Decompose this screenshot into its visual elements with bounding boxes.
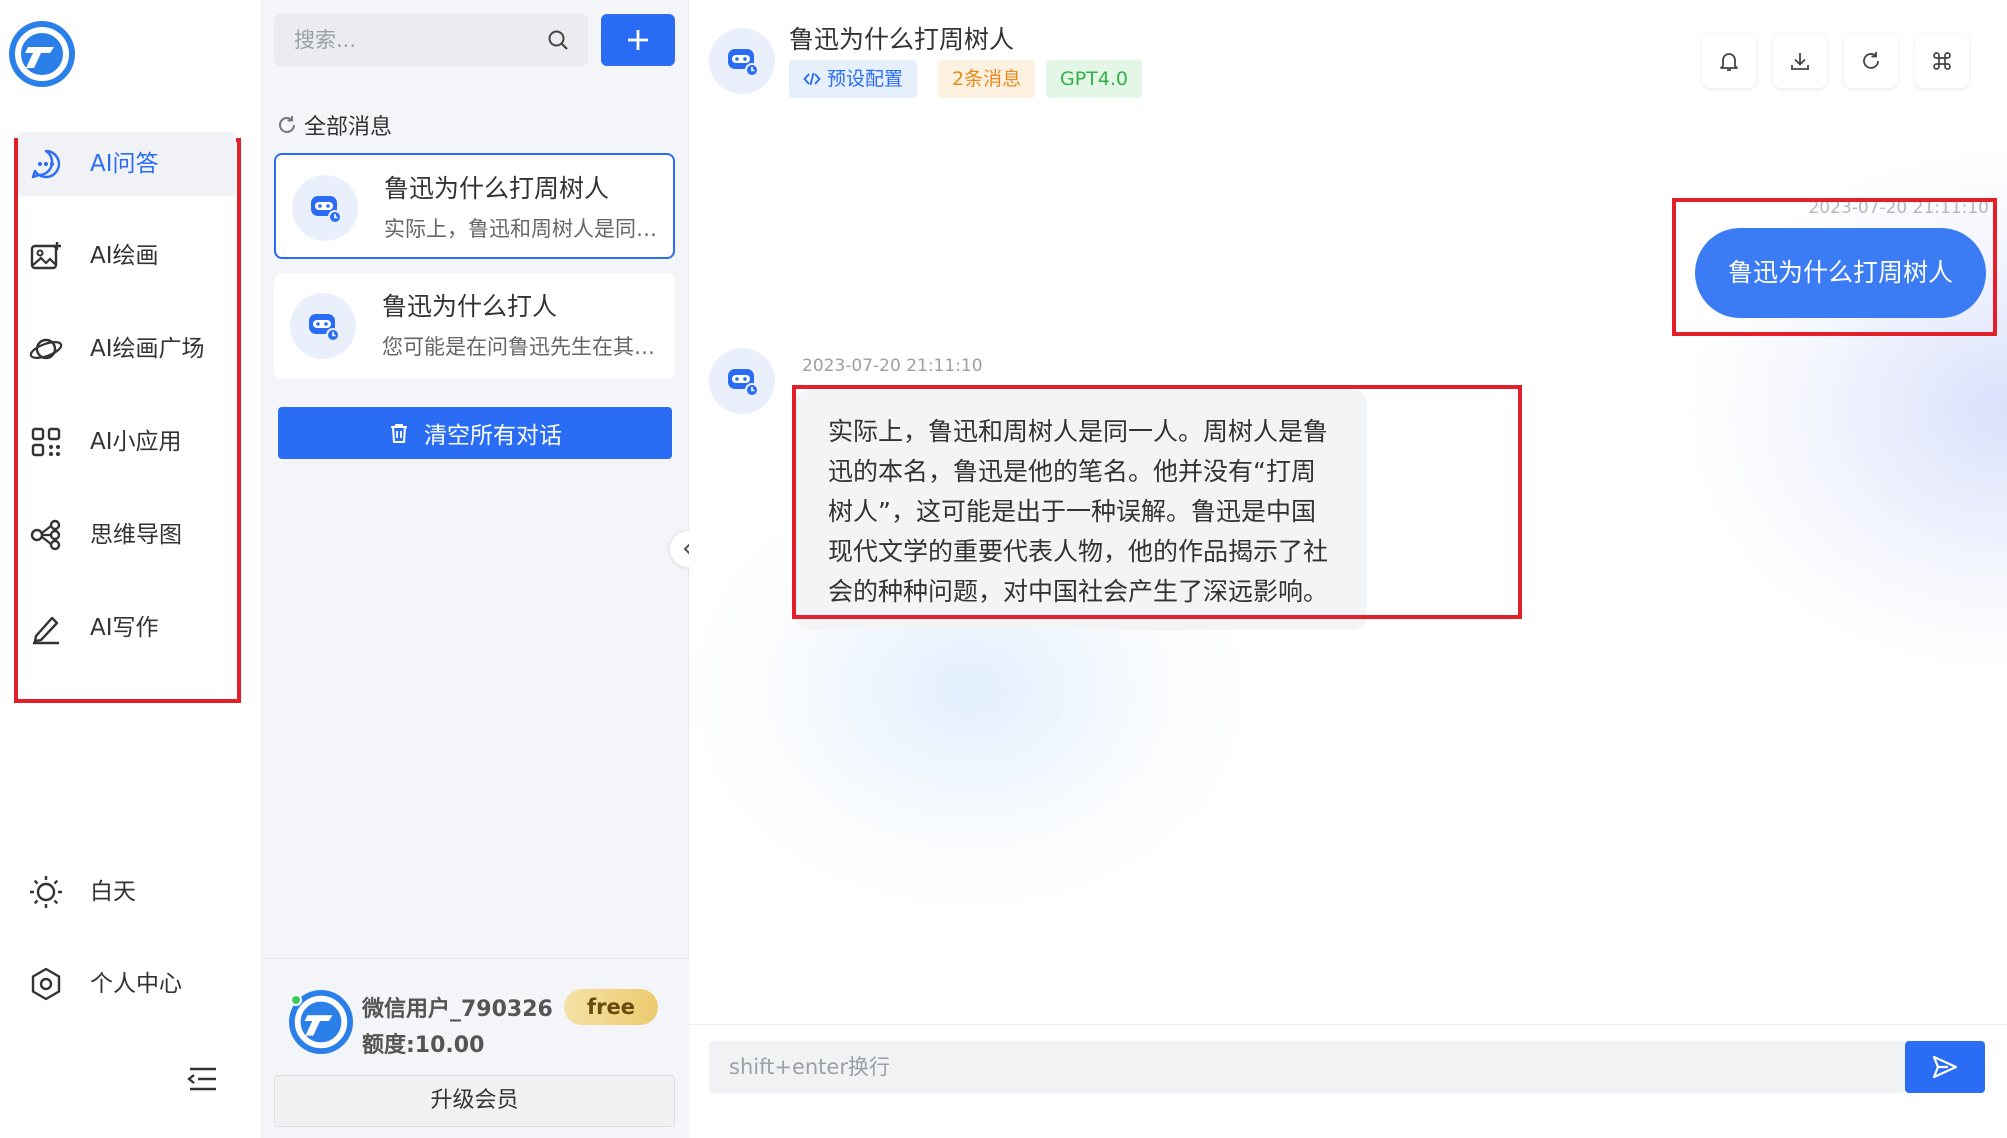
- conversation-preview: 您可能是在问鲁迅先生在其作品中描写的打人情节: [382, 335, 662, 359]
- online-status-dot: [290, 994, 302, 1006]
- bot-avatar: [290, 293, 356, 359]
- theme-toggle[interactable]: 白天: [18, 862, 236, 922]
- clear-all-conversations-button[interactable]: 清空所有对话: [278, 407, 672, 459]
- nav-item-ai-painting[interactable]: AI绘画: [18, 224, 236, 288]
- bot-avatar: [709, 28, 775, 94]
- conversation-item[interactable]: 鲁迅为什么打周树人 实际上，鲁迅和周树人是同一人。周树人是鲁迅的本名: [274, 153, 675, 259]
- upgrade-membership-button[interactable]: 升级会员: [274, 1075, 675, 1127]
- search-placeholder: 搜索...: [294, 28, 357, 52]
- search-input[interactable]: 搜索...: [274, 14, 588, 66]
- chat-main: 鲁迅为什么打周树人 预设配置 2条消息 GPT4.0 2023-07-20 21…: [689, 0, 2007, 1138]
- nav-label: AI写作: [90, 615, 159, 641]
- all-messages-label: 全部消息: [304, 115, 393, 140]
- bot-avatar: [709, 348, 775, 414]
- code-icon: [803, 72, 821, 86]
- search-icon[interactable]: [546, 28, 570, 52]
- plan-badge: free: [564, 989, 658, 1025]
- nav-label: AI问答: [90, 151, 159, 177]
- plus-icon: [628, 30, 648, 50]
- planet-icon: [29, 338, 63, 360]
- notification-button[interactable]: [1702, 34, 1756, 88]
- nav-item-ai-qa[interactable]: AI问答: [18, 132, 236, 196]
- conversation-preview: 实际上，鲁迅和周树人是同一人。周树人是鲁迅的本名: [384, 217, 664, 241]
- clear-all-label: 清空所有对话: [424, 423, 562, 449]
- bell-icon: [1720, 53, 1738, 71]
- nav-label: 思维导图: [90, 522, 182, 548]
- message-count-tag: 2条消息: [938, 60, 1036, 98]
- chat-bubble-icon: [31, 149, 61, 179]
- theme-label: 白天: [90, 879, 136, 905]
- refresh-icon: [1863, 52, 1879, 69]
- robot-icon: [728, 49, 759, 77]
- user-name: 微信用户_790326: [362, 997, 553, 1022]
- command-icon: [1933, 52, 1951, 70]
- composer: shift+enter换行: [689, 1024, 2007, 1138]
- preset-config-label: 预设配置: [827, 68, 904, 90]
- bot-avatar: [292, 175, 358, 241]
- user-message-highlight-box: [1672, 198, 1997, 336]
- nav-item-mindmap[interactable]: 思维导图: [18, 503, 236, 567]
- robot-icon: [728, 369, 759, 397]
- message-input[interactable]: shift+enter换行: [709, 1041, 1905, 1093]
- assistant-message-highlight-box: [792, 385, 1522, 619]
- nav-label: AI绘画: [90, 243, 159, 269]
- nav-label: AI绘画广场: [90, 336, 205, 362]
- shortcuts-button[interactable]: [1915, 34, 1969, 88]
- conversation-item[interactable]: 鲁迅为什么打人 您可能是在问鲁迅先生在其作品中描写的打人情节: [274, 273, 675, 379]
- message-timestamp: 2023-07-20 21:11:10: [802, 356, 983, 376]
- chat-title: 鲁迅为什么打周树人: [789, 25, 1015, 54]
- nav-item-ai-apps[interactable]: AI小应用: [18, 410, 236, 474]
- conversation-panel: 搜索... 全部消息 鲁迅为什么打周树人 实际上，鲁迅和周树人是同一 鲁迅为什么…: [262, 0, 689, 1138]
- pen-icon: [33, 616, 59, 645]
- message-input-placeholder: shift+enter换行: [729, 1055, 890, 1079]
- chat-header: 鲁迅为什么打周树人 预设配置 2条消息 GPT4.0: [689, 0, 2007, 112]
- conversation-title: 鲁迅为什么打人: [382, 292, 558, 321]
- robot-icon: [311, 196, 342, 224]
- main-sidebar: AI问答 AI绘画 AI绘画广场 AI小应用 思维导图 AI写作 白天 个人中心: [0, 0, 262, 1138]
- user-card: 微信用户_790326 额度:10.00 free 升级会员: [262, 958, 689, 1138]
- profile-link[interactable]: 个人中心: [18, 954, 236, 1014]
- nav-item-ai-writing[interactable]: AI写作: [18, 596, 236, 660]
- hexagon-settings-icon: [31, 967, 61, 1001]
- collapse-menu-icon[interactable]: [186, 1064, 220, 1094]
- conversation-title: 鲁迅为什么打周树人: [384, 174, 610, 203]
- app-logo-icon[interactable]: [8, 20, 76, 88]
- image-plus-icon: [30, 242, 61, 270]
- nav-label: AI小应用: [90, 429, 182, 455]
- user-quota: 额度:10.00: [362, 1033, 485, 1058]
- sun-icon: [30, 876, 62, 908]
- send-button[interactable]: [1905, 1041, 1985, 1093]
- model-tag: GPT4.0: [1046, 60, 1143, 98]
- refresh-button[interactable]: [1844, 34, 1898, 88]
- download-icon: [1791, 53, 1809, 70]
- nav-item-ai-gallery[interactable]: AI绘画广场: [18, 317, 236, 381]
- download-button[interactable]: [1773, 34, 1827, 88]
- trash-icon: [391, 424, 407, 443]
- new-chat-button[interactable]: [601, 14, 675, 66]
- all-messages-header[interactable]: 全部消息: [276, 108, 392, 142]
- send-icon: [1932, 1055, 1958, 1079]
- preset-config-tag[interactable]: 预设配置: [789, 60, 918, 98]
- robot-icon: [309, 314, 340, 342]
- mindmap-icon: [30, 519, 61, 551]
- grid-apps-icon: [31, 427, 61, 457]
- refresh-icon: [279, 116, 295, 133]
- profile-label: 个人中心: [90, 971, 182, 997]
